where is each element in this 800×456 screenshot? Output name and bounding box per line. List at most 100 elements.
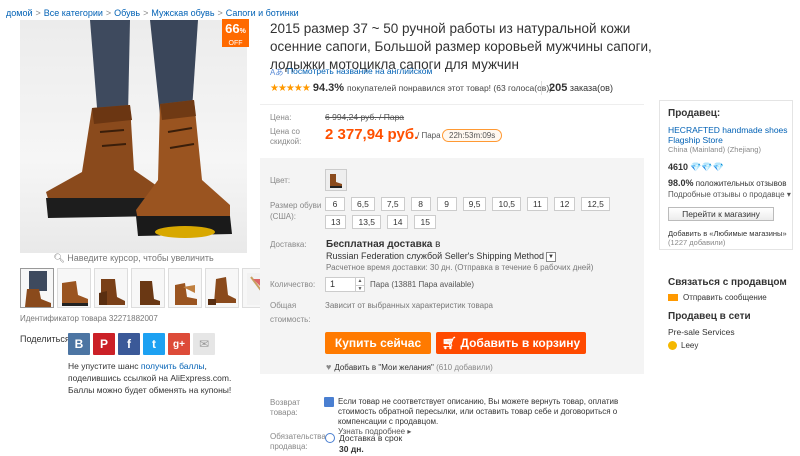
return-policy-icon: [324, 397, 334, 407]
cart-icon: 🛒︎: [441, 336, 461, 350]
size-option[interactable]: 6,5: [351, 197, 375, 211]
add-favorite-store[interactable]: Добавить в «Любимые магазины» (1227 добав…: [668, 229, 793, 247]
breadcrumb-shoes[interactable]: Обувь: [114, 8, 140, 18]
rating-stars-icon: ★★★★★: [270, 83, 311, 94]
size-option[interactable]: 9: [436, 197, 457, 211]
thumbnail-3[interactable]: [94, 268, 128, 308]
translate-icon: Aあ: [270, 67, 284, 77]
color-label: Цвет:: [270, 176, 291, 185]
size-option[interactable]: 8: [410, 197, 431, 211]
zoom-hint: 🔍︎ Наведите курсор, чтобы увеличить: [53, 253, 214, 263]
breadcrumb: домой > Все категории > Обувь > Мужская обувь >…: [6, 8, 299, 18]
size-option[interactable]: 9,5: [462, 197, 487, 211]
shipping-label: Доставка:: [270, 240, 307, 249]
presale-services: Pre-sale Services: [668, 327, 735, 337]
size-option[interactable]: 12: [553, 197, 576, 211]
breadcrumb-mens-shoes[interactable]: Мужская обувь: [151, 8, 214, 18]
magnifier-icon: 🔍︎: [53, 253, 68, 263]
seller-country: China (Mainland) (Zhejiang): [668, 145, 761, 154]
envelope-icon: [668, 294, 678, 302]
contact-seller-title: Связаться с продавцом: [668, 277, 787, 288]
guarantee-label: Обязательства продавца:: [270, 432, 326, 451]
quantity-value: 1: [330, 279, 336, 289]
chevron-down-icon: ▾: [786, 190, 791, 199]
size-option[interactable]: 12,5: [581, 197, 610, 211]
seller-feedback-details[interactable]: Подробные отзывы о продавце ▾: [668, 190, 791, 199]
heart-icon: ♥: [326, 362, 332, 372]
shipping-title: Бесплатная доставка в: [326, 239, 441, 250]
agent-status-icon: [668, 341, 677, 351]
seller-panel: [659, 100, 793, 250]
seller-title: Продавец:: [668, 108, 721, 119]
discount-badge: 66% OFF: [222, 19, 249, 47]
twitter-icon[interactable]: t: [143, 333, 165, 355]
size-option[interactable]: 13,5: [352, 215, 382, 229]
add-to-wishlist[interactable]: ♥ Добавить в "Мои желания" (610 добавили): [326, 362, 493, 372]
email-icon[interactable]: ✉: [193, 333, 215, 355]
total-price-note: Зависит от выбранных характеристик товар…: [325, 301, 493, 310]
size-option[interactable]: 14: [387, 215, 409, 229]
facebook-icon[interactable]: f: [118, 333, 140, 355]
size-option[interactable]: 6: [325, 197, 345, 211]
breadcrumb-all-categories[interactable]: Все категории: [44, 8, 103, 18]
discount-timer: 22h:53m:09s: [442, 129, 503, 142]
translate-title-link[interactable]: Aあ Посмотреть название на английском: [270, 66, 432, 77]
seller-score: 4610 💎💎💎: [668, 162, 724, 172]
price-unit: / Пара: [417, 131, 441, 140]
quantity-available: Пара (13881 Пара available): [370, 280, 475, 289]
returns-text: Если товар не соответствует описанию, Вы…: [338, 397, 619, 436]
old-price: 6 994,24 руб. / Пара: [325, 112, 405, 122]
delivery-time-note: Расчетное время доставки: 30 дн. (Отправ…: [326, 263, 594, 272]
size-option[interactable]: 7,5: [380, 197, 405, 211]
total-label: Общая стоимость:: [270, 301, 311, 324]
get-points-link[interactable]: получить баллы: [141, 361, 205, 371]
add-to-cart-button[interactable]: 🛒︎ Добавить в корзину: [436, 332, 586, 354]
orders-count: 205 заказа(ов): [549, 82, 613, 94]
rating-percent: 94.3%: [312, 82, 345, 94]
chevron-down-icon: ▼: [545, 251, 556, 262]
size-options: 6 6,5 7,5 8 9 9,5 10,5 11 12 12,5 13 13,…: [325, 197, 635, 229]
pinterest-icon[interactable]: P: [93, 333, 115, 355]
size-option[interactable]: 11: [527, 197, 548, 211]
discount-price: 2 377,94 руб.: [325, 126, 419, 143]
share-icons: B P f t g+ ✉: [68, 333, 215, 355]
agent-chat[interactable]: Leey: [668, 341, 698, 351]
breadcrumb-boots[interactable]: Сапоги и ботинки: [226, 8, 299, 18]
seller-feedback: 98.0% положительных отзывов: [668, 178, 787, 188]
clock-icon: [325, 433, 335, 443]
color-option-brown[interactable]: [325, 169, 347, 191]
shipping-method-select[interactable]: Russian Federation службой Seller's Ship…: [326, 251, 556, 262]
store-name-link[interactable]: HECRAFTED handmade shoes Flagship Store: [668, 125, 793, 145]
guarantee-text: Доставка в срок 30 дн.: [339, 433, 403, 454]
googleplus-icon[interactable]: g+: [168, 333, 190, 355]
rating-text[interactable]: покупателей понравился этот товар! (63 г…: [347, 83, 552, 93]
thumbnail-4[interactable]: [131, 268, 165, 308]
quantity-stepper[interactable]: 1 ▲ ▼: [325, 277, 365, 292]
quantity-down-icon[interactable]: ▼: [355, 285, 364, 292]
returns-label: Возврат товара:: [270, 398, 300, 417]
buy-now-button[interactable]: Купить сейчас: [325, 332, 431, 354]
thumbnail-5[interactable]: [168, 268, 202, 308]
old-price-label: Цена:: [270, 113, 292, 122]
size-option[interactable]: 10,5: [492, 197, 522, 211]
breadcrumb-home[interactable]: домой: [6, 8, 32, 18]
size-option[interactable]: 13: [325, 215, 347, 229]
visit-store-button[interactable]: Перейти к магазину: [668, 207, 774, 221]
send-message-link[interactable]: Отправить сообщение: [668, 293, 767, 302]
thumbnail-2[interactable]: [57, 268, 91, 308]
size-option[interactable]: 15: [414, 215, 436, 229]
diamond-rank-icon: 💎💎💎: [690, 162, 724, 172]
quantity-label: Количество:: [270, 280, 316, 289]
vk-icon[interactable]: B: [68, 333, 90, 355]
rating-divider: [541, 81, 542, 95]
size-label: Размер обуви (США):: [270, 201, 322, 221]
share-label: Поделиться:: [20, 334, 73, 344]
quantity-up-icon[interactable]: ▲: [355, 278, 364, 285]
new-price-label: Цена со скидкой:: [270, 127, 302, 146]
share-points-note: Не упустите шанс получить баллы, поделив…: [68, 361, 232, 395]
thumbnail-1[interactable]: [20, 268, 54, 308]
thumbnail-strip: [20, 268, 276, 308]
item-id: Идентификатор товара 32271882007: [20, 314, 158, 323]
main-product-image[interactable]: [20, 20, 247, 253]
thumbnail-6[interactable]: [205, 268, 239, 308]
